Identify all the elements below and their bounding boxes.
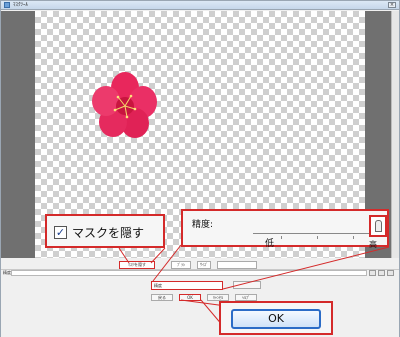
ok-button[interactable]: OK <box>231 309 321 329</box>
close-button[interactable]: × <box>388 2 396 8</box>
tool-slider[interactable] <box>217 261 257 269</box>
cancel-button[interactable]: ｷｬﾝｾﾙ <box>207 294 229 301</box>
precision-slider-track[interactable] <box>253 233 379 239</box>
slider-knob-icon[interactable] <box>369 215 387 237</box>
field-up-button[interactable] <box>369 270 376 276</box>
precision-label: 精度: <box>192 220 214 230</box>
field-reset-button[interactable] <box>387 270 394 276</box>
help-button[interactable]: ﾍﾙﾌﾟ <box>235 294 257 301</box>
title-bar: ﾏｽｸﾂｰﾙ × <box>1 1 399 10</box>
tool-b-button[interactable]: ｻｲｽﾞ <box>197 261 211 269</box>
hide-mask-small-button[interactable]: ﾏｽｸを隠す <box>119 261 155 269</box>
precision-mini-button[interactable] <box>233 281 261 289</box>
precision-low-label: 低 <box>265 239 275 249</box>
hide-mask-label: マスクを隠す <box>72 226 145 240</box>
app-icon <box>4 2 10 8</box>
ok-small-button[interactable]: OK <box>179 294 201 301</box>
precision-callout: 精度: 低 高 <box>181 209 389 249</box>
ok-callout: OK <box>219 301 333 335</box>
mask-tool-window: ﾏｽｸﾂｰﾙ × ﾏｽｸを隠す ﾌﾞﾗｼ ｻｲｽﾞ 精度 精度 戻る OK ｷｬ… <box>0 0 400 337</box>
field-bar[interactable] <box>11 270 367 276</box>
hide-mask-callout: ✓ マスクを隠す <box>45 214 165 248</box>
vertical-scrollbar[interactable] <box>391 11 399 258</box>
flower-image <box>92 72 157 138</box>
settings-panel: 精度 精度 戻る OK ｷｬﾝｾﾙ ﾍﾙﾌﾟ <box>1 269 399 337</box>
field-down-button[interactable] <box>378 270 385 276</box>
prev-button[interactable]: 戻る <box>151 294 173 301</box>
window-title: ﾏｽｸﾂｰﾙ <box>13 2 29 8</box>
checkbox-icon[interactable]: ✓ <box>54 226 67 239</box>
tool-a-button[interactable]: ﾌﾞﾗｼ <box>171 261 191 269</box>
precision-high-label: 高 <box>369 240 377 249</box>
precision-mini-input[interactable]: 精度 <box>151 281 223 290</box>
field-label: 精度 <box>3 270 11 275</box>
